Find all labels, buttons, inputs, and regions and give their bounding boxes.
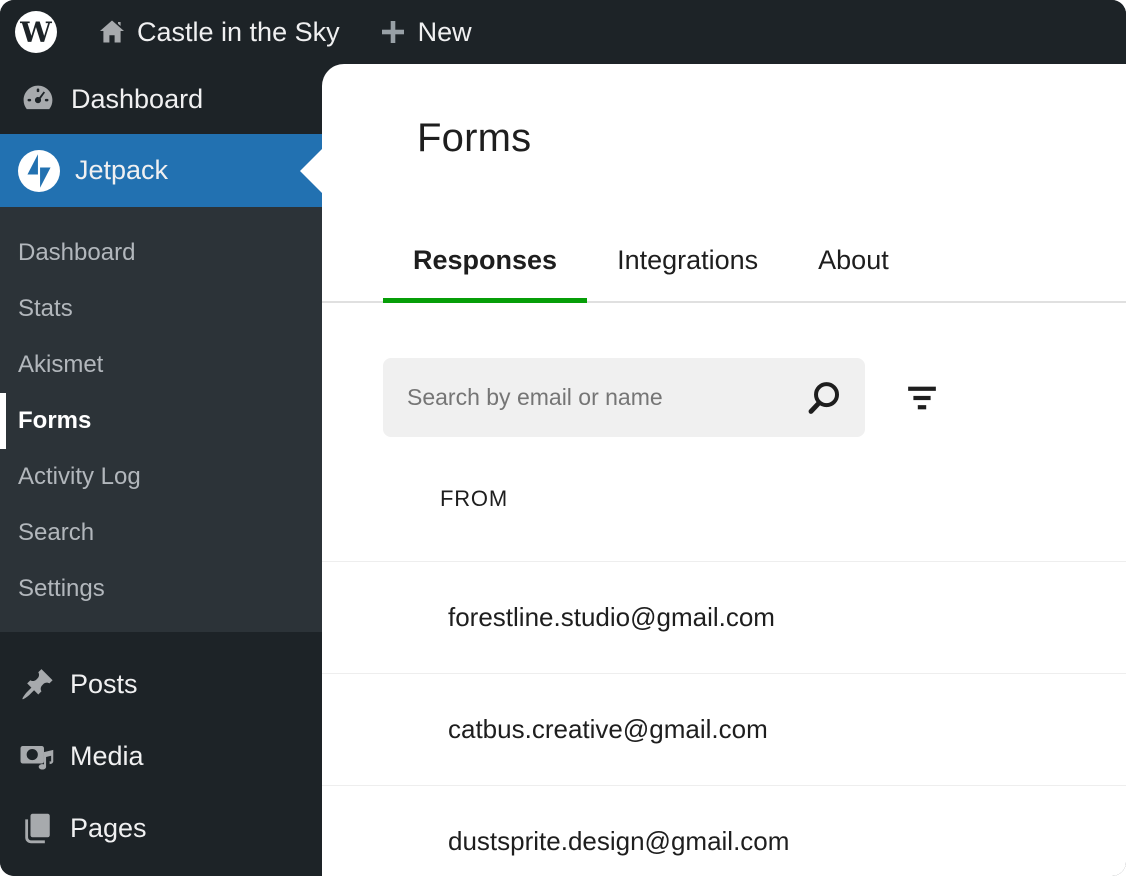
submenu-item-forms[interactable]: Forms — [0, 393, 322, 449]
response-from-email: dustsprite.design@gmail.com — [448, 826, 789, 857]
tab-integrations[interactable]: Integrations — [587, 223, 788, 301]
media-camera-icon — [20, 739, 55, 774]
submenu-item-activity-log[interactable]: Activity Log — [0, 449, 322, 505]
site-name: Castle in the Sky — [137, 17, 340, 48]
pushpin-icon — [20, 667, 55, 702]
forms-tabs: Responses Integrations About — [322, 223, 1126, 303]
responses-toolbar — [322, 303, 1126, 437]
search-button[interactable] — [803, 377, 845, 419]
submenu-item-label: Akismet — [18, 351, 103, 379]
sidebar-item-label: Pages — [70, 813, 147, 844]
filter-button[interactable] — [901, 377, 943, 419]
filter-icon — [901, 377, 943, 419]
page-title: Forms — [417, 116, 1126, 161]
submenu-item-label: Stats — [18, 295, 73, 323]
home-icon — [97, 17, 127, 47]
pages-icon — [20, 811, 55, 846]
search-icon — [803, 377, 845, 419]
tab-responses[interactable]: Responses — [383, 223, 587, 301]
table-row[interactable]: forestline.studio@gmail.com — [322, 562, 1126, 674]
search-input[interactable] — [407, 384, 803, 411]
sidebar-bottom-menu: Posts Media Pages — [0, 632, 322, 864]
submenu-item-label: Search — [18, 519, 94, 547]
tab-label: Responses — [413, 245, 557, 275]
sidebar-item-posts[interactable]: Posts — [0, 648, 322, 720]
tab-about[interactable]: About — [788, 223, 919, 301]
sidebar-item-label: Media — [70, 741, 144, 772]
table-row[interactable]: dustsprite.design@gmail.com — [322, 786, 1126, 876]
svg-text:W: W — [19, 16, 52, 49]
dashboard-gauge-icon — [20, 81, 56, 117]
search-box[interactable] — [383, 358, 865, 437]
sidebar-item-pages[interactable]: Pages — [0, 792, 322, 864]
response-from-email: forestline.studio@gmail.com — [448, 602, 775, 633]
jetpack-logo-icon — [18, 150, 60, 192]
submenu-item-search[interactable]: Search — [0, 505, 322, 561]
sidebar-item-label: Jetpack — [75, 155, 168, 186]
wordpress-logo-icon[interactable]: W — [15, 11, 57, 53]
submenu-item-settings[interactable]: Settings — [0, 561, 322, 617]
response-from-email: catbus.creative@gmail.com — [448, 714, 768, 745]
tab-label: About — [818, 245, 889, 275]
wordpress-admin-screen: W Castle in the Sky New — [0, 0, 1126, 876]
tab-label: Integrations — [617, 245, 758, 275]
table-row[interactable]: catbus.creative@gmail.com — [322, 674, 1126, 786]
sidebar-item-jetpack[interactable]: Jetpack — [0, 134, 322, 207]
forms-content-panel: Forms Responses Integrations About — [322, 64, 1126, 876]
submenu-item-akismet[interactable]: Akismet — [0, 337, 322, 393]
table-header-row: FROM — [322, 437, 1126, 562]
sidebar-item-label: Posts — [70, 669, 138, 700]
sidebar-item-media[interactable]: Media — [0, 720, 322, 792]
sidebar-item-label: Dashboard — [71, 84, 203, 115]
submenu-item-label: Activity Log — [18, 463, 141, 491]
admin-bar: W Castle in the Sky New — [0, 0, 1126, 64]
submenu-item-stats[interactable]: Stats — [0, 281, 322, 337]
new-content-menu[interactable]: New — [378, 17, 472, 48]
admin-sidebar: Dashboard Jetpack Dashboard Stats Akisme… — [0, 64, 322, 876]
column-header-from: FROM — [440, 486, 508, 512]
current-page-marker — [0, 393, 6, 449]
submenu-item-label: Dashboard — [18, 239, 135, 267]
new-label: New — [418, 17, 472, 48]
jetpack-submenu: Dashboard Stats Akismet Forms Activity L… — [0, 207, 322, 632]
submenu-item-label: Forms — [18, 407, 91, 435]
active-menu-arrow — [300, 149, 322, 193]
sidebar-item-dashboard[interactable]: Dashboard — [0, 64, 322, 134]
submenu-item-dashboard[interactable]: Dashboard — [0, 225, 322, 281]
submenu-item-label: Settings — [18, 575, 105, 603]
plus-icon — [378, 17, 408, 47]
site-menu[interactable]: Castle in the Sky — [97, 17, 340, 48]
active-tab-underline — [383, 298, 587, 303]
